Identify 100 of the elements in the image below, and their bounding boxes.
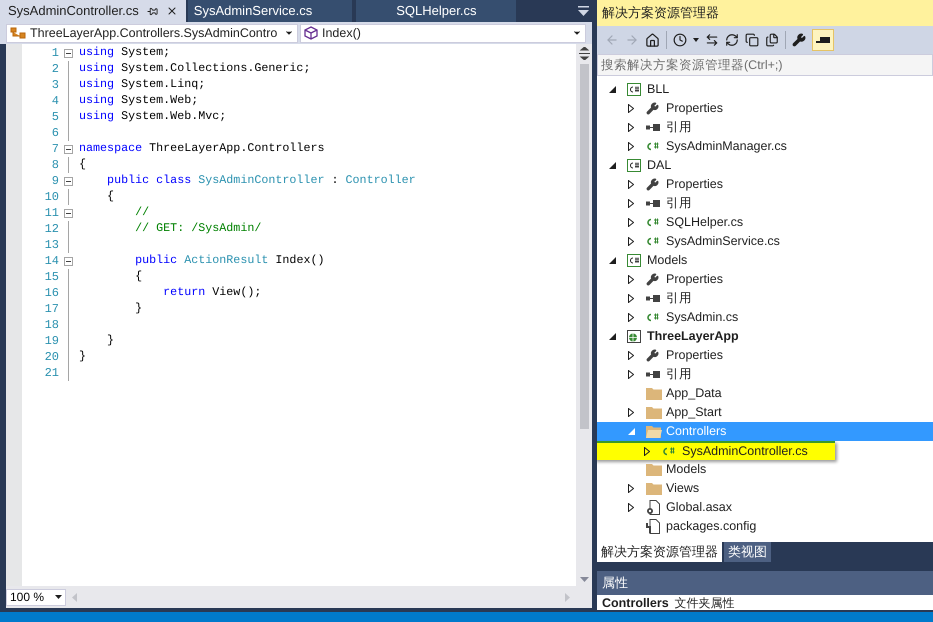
collapse-icon[interactable] bbox=[64, 144, 72, 154]
tree-item[interactable]: SysAdminController.cs bbox=[597, 441, 835, 460]
wrench-icon bbox=[646, 273, 659, 286]
class-icon bbox=[10, 26, 26, 40]
code-line: public class SysAdminController : Controller bbox=[106, 172, 416, 190]
tree-item[interactable]: Properties bbox=[597, 346, 723, 365]
line-number: 1 bbox=[50, 45, 59, 62]
code-line: return View(); bbox=[162, 284, 262, 302]
tree-item[interactable]: Global.asax bbox=[597, 498, 732, 517]
line-number: 21 bbox=[44, 365, 59, 382]
tree-item[interactable]: App_Data bbox=[597, 384, 722, 403]
references-icon bbox=[646, 200, 660, 207]
show-all-files-icon[interactable] bbox=[765, 33, 779, 47]
line-number: 17 bbox=[44, 301, 59, 318]
code-line: using System.Web.Mvc; bbox=[78, 108, 226, 126]
tree-item[interactable]: Models bbox=[597, 251, 688, 270]
collapsed-arrow-icon[interactable] bbox=[628, 351, 634, 360]
line-number: 20 bbox=[44, 349, 59, 366]
code-line: namespace ThreeLayerApp.Controllers bbox=[78, 140, 324, 158]
split-icon[interactable] bbox=[578, 47, 590, 60]
collapsed-arrow-icon[interactable] bbox=[628, 294, 634, 303]
code-line: { bbox=[106, 188, 114, 206]
tree-item[interactable]: 引用 bbox=[597, 118, 692, 137]
panel-tab[interactable]: 解决方案资源管理器 bbox=[597, 542, 722, 562]
tree-item[interactable]: SysAdminManager.cs bbox=[597, 137, 787, 156]
tree-item[interactable]: BLL bbox=[597, 80, 670, 99]
collapse-icon[interactable] bbox=[64, 48, 72, 58]
collapsed-arrow-icon[interactable] bbox=[628, 104, 634, 113]
tree-item[interactable]: SysAdminService.cs bbox=[597, 232, 780, 251]
code-line: } bbox=[78, 348, 86, 366]
collapsed-arrow-icon[interactable] bbox=[628, 237, 634, 246]
properties-icon[interactable] bbox=[792, 33, 806, 47]
panel-tab[interactable]: 类视图 bbox=[724, 542, 771, 562]
csharp-file-icon bbox=[646, 218, 659, 227]
tab-menu-icon[interactable] bbox=[578, 6, 589, 16]
expanded-arrow-icon[interactable] bbox=[609, 86, 616, 93]
close-icon[interactable] bbox=[166, 5, 178, 17]
collapsed-arrow-icon[interactable] bbox=[628, 484, 634, 493]
tree-item[interactable]: 引用 bbox=[597, 194, 692, 213]
line-number: 3 bbox=[50, 77, 59, 94]
collapsed-arrow-icon[interactable] bbox=[644, 447, 650, 456]
tree-item[interactable]: Properties bbox=[597, 99, 723, 118]
search-field[interactable]: 搜索解决方案资源管理器(Ctrl+;) bbox=[597, 54, 933, 76]
collapsed-arrow-icon[interactable] bbox=[628, 180, 634, 189]
collapsed-arrow-icon[interactable] bbox=[628, 313, 634, 322]
tree-item[interactable]: DAL bbox=[597, 156, 672, 175]
collapse-icon[interactable] bbox=[64, 208, 72, 218]
caret-icon[interactable] bbox=[693, 38, 699, 42]
tree-item[interactable]: Properties bbox=[597, 270, 723, 289]
combo-value: Index() bbox=[322, 24, 362, 42]
collapse-icon[interactable] bbox=[64, 176, 72, 186]
tree-item[interactable]: SysAdmin.cs bbox=[597, 308, 738, 327]
type-combo[interactable]: ThreeLayerApp.Controllers.SysAdminContro bbox=[6, 24, 298, 42]
vertical-scrollbar[interactable] bbox=[576, 44, 592, 586]
collapsed-arrow-icon[interactable] bbox=[628, 218, 634, 227]
tree-item[interactable]: Properties bbox=[597, 175, 723, 194]
refresh-icon[interactable] bbox=[725, 33, 739, 47]
collapsed-arrow-icon[interactable] bbox=[628, 370, 634, 379]
config-page-icon bbox=[646, 519, 660, 534]
document-tab[interactable]: SysAdminService.cs bbox=[188, 0, 352, 22]
document-tab[interactable]: SQLHelper.cs bbox=[356, 0, 516, 22]
csharp-file-icon bbox=[646, 142, 659, 151]
scroll-thumb[interactable] bbox=[580, 64, 588, 429]
collapsed-arrow-icon[interactable] bbox=[628, 275, 634, 284]
csharp-project-icon bbox=[627, 254, 641, 267]
line-number: 11 bbox=[44, 205, 59, 222]
tree-item[interactable]: 引用 bbox=[597, 289, 692, 308]
document-tab[interactable]: SysAdminController.cs bbox=[0, 0, 186, 22]
home-icon[interactable] bbox=[645, 32, 660, 48]
scroll-down-icon[interactable] bbox=[580, 577, 588, 582]
tree-item[interactable]: App_Start bbox=[597, 403, 722, 422]
expanded-arrow-icon[interactable] bbox=[609, 162, 616, 169]
tree-item[interactable]: Models bbox=[597, 460, 706, 479]
cube-icon bbox=[304, 26, 318, 40]
zoom-combo[interactable]: 100 % bbox=[6, 588, 66, 606]
clock-icon[interactable] bbox=[673, 33, 687, 47]
references-icon bbox=[646, 371, 660, 378]
sync-icon[interactable] bbox=[705, 33, 719, 47]
collapse-icon[interactable] bbox=[64, 256, 72, 266]
tree-item[interactable]: 引用 bbox=[597, 365, 692, 384]
csharp-file-icon bbox=[646, 313, 659, 322]
collapsed-arrow-icon[interactable] bbox=[628, 408, 634, 417]
line-number: 6 bbox=[50, 125, 59, 142]
collapse-all-icon[interactable] bbox=[745, 33, 759, 47]
references-icon bbox=[646, 295, 660, 302]
line-number: 8 bbox=[50, 157, 59, 174]
tree-item[interactable]: ThreeLayerApp bbox=[597, 327, 739, 346]
collapsed-arrow-icon[interactable] bbox=[628, 199, 634, 208]
expanded-arrow-icon[interactable] bbox=[609, 333, 616, 340]
collapsed-arrow-icon[interactable] bbox=[628, 503, 634, 512]
tree-item[interactable]: SQLHelper.cs bbox=[597, 213, 744, 232]
collapsed-arrow-icon[interactable] bbox=[628, 123, 634, 132]
collapsed-arrow-icon[interactable] bbox=[628, 142, 634, 151]
tree-item[interactable]: Views bbox=[597, 479, 700, 498]
member-combo[interactable]: Index() bbox=[300, 24, 586, 42]
tree-item[interactable]: packages.config bbox=[597, 517, 756, 536]
pin-icon[interactable] bbox=[146, 6, 158, 16]
csharp-file-icon bbox=[662, 447, 675, 456]
expanded-arrow-icon[interactable] bbox=[609, 257, 616, 264]
preview-toggle[interactable] bbox=[812, 29, 834, 51]
